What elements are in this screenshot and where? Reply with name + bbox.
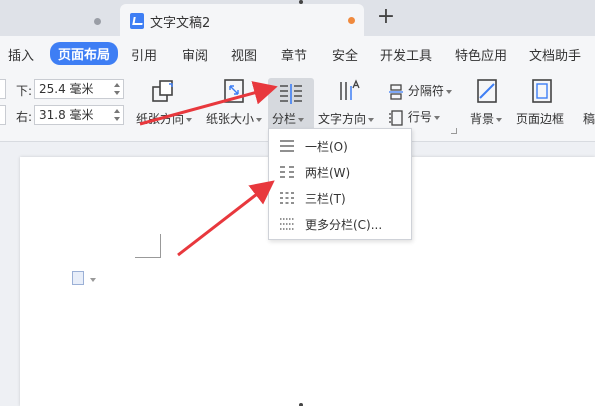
background-label: 背景 bbox=[470, 110, 503, 127]
columns-more-label: 更多分栏(C)... bbox=[305, 218, 383, 232]
tab-bar: 文字文稿2 + bbox=[0, 0, 595, 36]
new-tab-button[interactable]: + bbox=[374, 5, 398, 31]
menu-bar: 插入 页面布局 引用 审阅 视图 章节 安全 开发工具 特色应用 文档助手 bbox=[0, 36, 595, 70]
paper-size-label: 纸张大小 bbox=[206, 110, 263, 127]
text-direction-icon bbox=[340, 79, 360, 100]
orientation-icon bbox=[152, 80, 173, 102]
menu-special[interactable]: 特色应用 bbox=[455, 45, 507, 64]
line-number-button[interactable]: 行号 bbox=[388, 108, 440, 126]
one-column-icon bbox=[280, 140, 294, 152]
columns-more-item[interactable]: 更多分栏(C)... bbox=[269, 211, 411, 237]
columns-three-item[interactable]: 三栏(T) bbox=[269, 185, 411, 211]
ribbon-group-launcher[interactable] bbox=[451, 128, 457, 134]
writer-doc-icon bbox=[130, 13, 144, 29]
spinner-icon[interactable] bbox=[114, 82, 120, 96]
menu-view[interactable]: 视图 bbox=[231, 45, 257, 64]
columns-dropdown: 一栏(O) 两栏(W) 三栏(T) 更多分栏(C)... bbox=[268, 128, 412, 240]
margin-bottom-label: 下: bbox=[16, 84, 33, 98]
margin-right-value: 31.8 毫米 bbox=[39, 108, 94, 122]
columns-button[interactable]: 分栏 bbox=[268, 78, 314, 134]
menu-developer[interactable]: 开发工具 bbox=[380, 45, 432, 64]
paragraph-layout-icon[interactable] bbox=[72, 271, 84, 285]
three-columns-icon bbox=[280, 192, 294, 204]
page-border-button[interactable]: 页面边框 bbox=[516, 78, 568, 138]
left-cut-input bbox=[0, 105, 6, 125]
background-icon bbox=[477, 79, 497, 103]
menu-references[interactable]: 引用 bbox=[131, 45, 157, 64]
paper-size-button[interactable]: 纸张大小 bbox=[206, 78, 266, 138]
menu-assistant[interactable]: 文档助手 bbox=[529, 45, 581, 64]
columns-two-item[interactable]: 两栏(W) bbox=[269, 159, 411, 185]
separator-button[interactable]: 分隔符 bbox=[388, 82, 452, 100]
separator-label: 分隔符 bbox=[407, 84, 444, 98]
orientation-button[interactable]: 纸张方向 bbox=[136, 78, 196, 138]
tab-title: 文字文稿2 bbox=[150, 16, 211, 31]
text-direction-label: 文字方向 bbox=[318, 110, 375, 127]
line-number-label: 行号 bbox=[407, 110, 432, 124]
columns-one-label: 一栏(O) bbox=[305, 140, 348, 154]
margin-bottom-value: 25.4 毫米 bbox=[39, 82, 94, 96]
menu-insert[interactable]: 插入 bbox=[8, 45, 34, 64]
columns-one-item[interactable]: 一栏(O) bbox=[269, 133, 411, 159]
tab-previous[interactable] bbox=[0, 4, 116, 36]
chevron-down-icon[interactable] bbox=[90, 278, 96, 282]
page-border-label: 页面边框 bbox=[516, 112, 565, 126]
page-border-icon bbox=[532, 79, 552, 103]
margin-bottom-input[interactable]: 25.4 毫米 bbox=[34, 79, 124, 99]
margin-right-input[interactable]: 31.8 毫米 bbox=[34, 105, 124, 125]
two-columns-icon bbox=[280, 166, 294, 178]
margin-right-label: 右: bbox=[16, 110, 33, 124]
unsaved-indicator bbox=[348, 17, 355, 24]
columns-label: 分栏 bbox=[272, 110, 305, 127]
more-columns-icon bbox=[280, 218, 294, 230]
tab-indicator-dot bbox=[94, 18, 101, 25]
menu-review[interactable]: 审阅 bbox=[182, 45, 208, 64]
paper-size-icon bbox=[224, 79, 244, 103]
columns-icon bbox=[280, 84, 302, 104]
separator-icon bbox=[389, 83, 403, 100]
line-number-icon bbox=[389, 109, 403, 126]
spinner-icon[interactable] bbox=[114, 108, 120, 122]
menu-section[interactable]: 章节 bbox=[281, 45, 307, 64]
columns-two-label: 两栏(W) bbox=[305, 166, 351, 180]
window-edge-marker bbox=[299, 0, 303, 4]
menu-security[interactable]: 安全 bbox=[332, 45, 358, 64]
margin-corner-mark bbox=[135, 234, 161, 258]
truncated-ribbon-label: 稿 bbox=[583, 112, 595, 126]
background-button[interactable]: 背景 bbox=[470, 78, 506, 138]
menu-page-layout[interactable]: 页面布局 bbox=[50, 42, 119, 65]
left-cut-input bbox=[0, 79, 6, 99]
columns-three-label: 三栏(T) bbox=[305, 192, 346, 206]
tab-document[interactable]: 文字文稿2 bbox=[120, 4, 364, 36]
orientation-label: 纸张方向 bbox=[136, 110, 193, 127]
